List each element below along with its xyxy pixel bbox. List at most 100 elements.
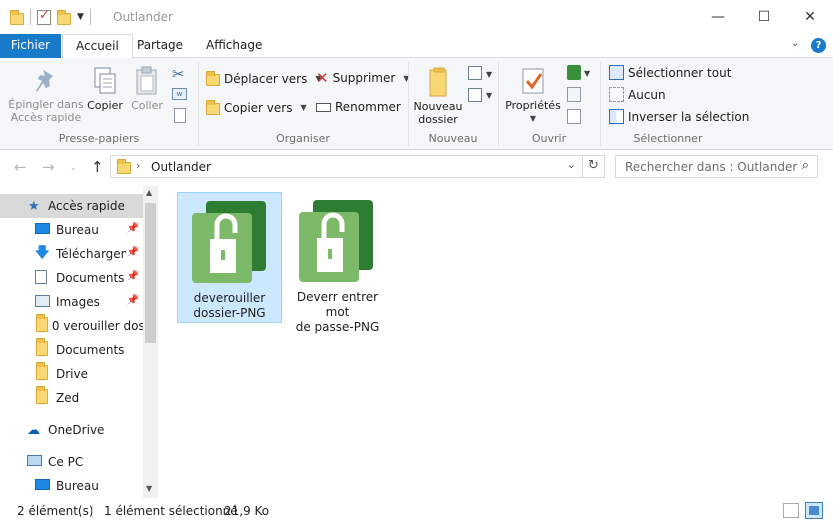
sidebar-item-telechargements[interactable]: 🡇 Téléchargements 📌 [0,242,143,266]
select-none-button[interactable]: Aucun [609,87,666,102]
navigation-pane: ★ Accès rapide Bureau 📌 🡇 Téléchargement… [0,186,158,498]
file-item[interactable]: deverouiller dossier-PNG [177,192,282,323]
maximize-button[interactable]: ☐ [741,0,787,34]
computer-icon [27,455,42,466]
minimize-button[interactable]: — [695,0,741,34]
pin-quick-access-button[interactable]: Épingler dans Accès rapide [8,68,84,124]
pin-icon[interactable]: 📌 [127,271,139,282]
collapse-ribbon-icon[interactable]: ⌄ [791,38,799,49]
large-icons-view-icon[interactable] [805,502,823,519]
scroll-down-icon[interactable]: ▼ [146,484,152,493]
selection-count: 1 élément sélectionné [104,504,238,518]
tab-partage[interactable]: Partage [124,34,196,58]
sidebar-item-bureau-pc[interactable]: Bureau [0,474,143,498]
group-label-ouvrir: Ouvrir [531,132,567,145]
scrollbar-thumb[interactable] [145,203,156,343]
up-icon[interactable]: ↑ [91,158,104,176]
back-icon[interactable]: ← [14,158,27,176]
refresh-icon[interactable]: ↻ [582,156,604,177]
file-name: deverouiller dossier-PNG [178,291,281,321]
sidebar-item-onedrive[interactable]: ☁ OneDrive [0,418,143,442]
cut-icon[interactable]: ✂ [172,65,185,83]
paste-shortcut-icon[interactable] [174,108,186,123]
sidebar-item-label: Téléchargements [56,247,126,261]
new-item-icon[interactable] [468,66,482,80]
sidebar-item-label: Zed [56,391,80,405]
desktop-icon [35,479,50,490]
pin-icon[interactable]: 📌 [127,295,139,306]
close-button[interactable]: ✕ [787,0,833,34]
search-box[interactable]: Rechercher dans : Outlander ⌕ [615,155,818,178]
folder-icon [10,9,24,25]
sidebar-item-acces-rapide[interactable]: ★ Accès rapide [0,194,143,218]
properties-button[interactable]: Propriétés ▼ [504,66,562,125]
search-input[interactable]: Rechercher dans : Outlander [625,160,797,174]
pin-icon[interactable]: 📌 [127,223,139,234]
sidebar-item-images[interactable]: Images 📌 [0,290,143,314]
star-icon: ★ [28,198,40,214]
easy-access-icon[interactable] [468,88,482,102]
sidebar-item-bureau[interactable]: Bureau 📌 [0,218,143,242]
delete-icon: ✕ [316,69,329,87]
properties-icon[interactable] [37,8,51,25]
invert-selection-button[interactable]: Inverser la sélection [609,109,749,124]
scroll-up-icon[interactable]: ▲ [146,188,152,197]
document-icon [35,269,47,284]
tab-fichier[interactable]: Fichier [0,34,61,58]
new-folder-label-line1: Nouveau [413,100,463,113]
open-icon[interactable] [567,65,581,80]
paste-icon [136,66,157,95]
select-all-button[interactable]: Sélectionner tout [609,65,731,80]
sidebar-item-label: Accès rapide [48,199,125,213]
chevron-down-icon[interactable]: ▼ [584,69,590,78]
ribbon: Épingler dans Accès rapide Copier Coller… [0,58,833,150]
select-none-label: Aucun [628,87,666,102]
sidebar-scrollbar[interactable]: ▲ ▼ [143,186,158,498]
pin-label-line1: Épingler dans [8,98,84,111]
sidebar-item-documents-folder[interactable]: Documents [0,338,143,362]
copy-to-button[interactable]: Copier vers ▼ [206,100,307,115]
breadcrumb-chevron-icon[interactable]: › [136,159,140,172]
move-to-button[interactable]: Déplacer vers ▼ [206,71,321,86]
forward-icon[interactable]: → [42,158,55,176]
chevron-down-icon[interactable]: ▼ [486,91,492,100]
group-label-organiser: Organiser [276,132,330,145]
folder-icon [36,338,48,356]
copy-path-icon[interactable]: w [172,88,187,100]
sidebar-item-zed[interactable]: Zed [0,386,143,410]
recent-locations-icon[interactable]: ⌄ [70,163,77,172]
sidebar-item-ce-pc[interactable]: Ce PC [0,450,143,474]
tab-accueil[interactable]: Accueil [62,34,133,59]
move-folder-icon [206,71,220,86]
sidebar-item-drive[interactable]: Drive [0,362,143,386]
delete-button[interactable]: ✕ Supprimer ▼ [316,69,409,87]
invert-selection-icon [609,109,624,124]
sidebar-item-verouiller-dossier[interactable]: 0 verouiller dossier [0,314,143,338]
copy-button[interactable]: Copier [86,66,124,112]
search-icon[interactable]: ⌕ [802,158,809,173]
cloud-icon: ☁ [27,422,40,438]
new-folder-button[interactable]: Nouveau dossier [412,66,464,126]
customize-toolbar-icon[interactable]: ▼ [77,12,84,22]
address-bar[interactable]: › Outlander ⌄ ↻ [110,155,605,178]
folder-icon [36,314,48,332]
sidebar-item-documents[interactable]: Documents 📌 [0,266,143,290]
tab-affichage[interactable]: Affichage [193,34,275,58]
file-item[interactable]: Deverr entrer mot de passe-PNG [285,192,390,334]
sidebar-item-label: Documents [56,343,125,357]
address-history-icon[interactable]: ⌄ [567,158,576,171]
rename-button[interactable]: Renommer [316,100,401,114]
edit-icon[interactable] [567,87,581,102]
details-view-icon[interactable] [783,503,799,518]
properties-icon [522,68,544,94]
sidebar-item-label: Ce PC [48,455,84,469]
move-to-label: Déplacer vers [224,71,308,86]
history-icon[interactable] [567,109,581,124]
new-folder-icon[interactable] [57,9,71,25]
help-icon[interactable]: ? [811,38,826,53]
breadcrumb-outlander[interactable]: Outlander [151,160,211,174]
pin-icon[interactable]: 📌 [127,247,139,258]
chevron-down-icon[interactable]: ▼ [486,70,492,79]
paste-button[interactable]: Coller [128,66,166,112]
file-name: Deverr entrer mot de passe-PNG [285,290,390,335]
